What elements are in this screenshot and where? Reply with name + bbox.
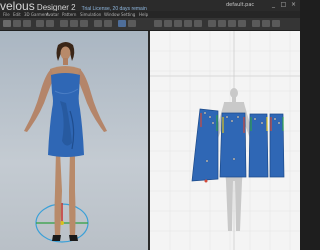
menu-edit[interactable]: Edit: [13, 12, 21, 17]
pattern-canvas: [150, 31, 300, 250]
avatar-view-button[interactable]: [60, 20, 68, 27]
render-button[interactable]: [128, 20, 136, 27]
fold-tool-button[interactable]: [262, 20, 270, 27]
menu-avatar[interactable]: Avatar: [46, 12, 59, 17]
mesh-view-button[interactable]: [80, 20, 88, 27]
avatar-right-arm: [24, 69, 54, 132]
menu-help[interactable]: Help: [139, 12, 148, 17]
avatar-left-shoe: [69, 235, 78, 241]
menu-simulation[interactable]: Simulation: [80, 12, 101, 17]
tack-tool-button[interactable]: [252, 20, 260, 27]
camera-button[interactable]: [118, 20, 126, 27]
avatar-left-leg: [69, 151, 76, 237]
strain-map-button[interactable]: [94, 20, 102, 27]
free-sewing-button[interactable]: [238, 20, 246, 27]
menu-3d-garment[interactable]: 3D Garment: [24, 12, 48, 17]
pattern-piece-front-left: [191, 108, 219, 182]
segment-sewing-button[interactable]: [228, 20, 236, 27]
menu-bar: File Edit 3D Garment Avatar Pattern Simu…: [0, 11, 300, 18]
edit-pattern-button[interactable]: [154, 20, 162, 27]
avatar-scene: [24, 42, 107, 243]
pattern-piece-back-right: [248, 113, 269, 178]
menu-pattern[interactable]: Pattern: [62, 12, 76, 17]
circle-tool-button[interactable]: [194, 20, 202, 27]
minimize-button[interactable]: _: [270, 1, 277, 8]
avatar-right-shoe: [52, 235, 61, 241]
texture-view-button[interactable]: [70, 20, 78, 27]
avatar-head: [60, 46, 71, 60]
title-bar: velous Designer 2 Trial License, 20 days …: [0, 0, 300, 13]
pin-tool-button[interactable]: [23, 20, 31, 27]
maximize-button[interactable]: □: [280, 1, 287, 8]
menu-window[interactable]: Window: [104, 12, 120, 17]
simulate-button[interactable]: [36, 20, 44, 27]
menu-file[interactable]: File: [3, 12, 10, 17]
viewport-2d[interactable]: [150, 31, 300, 250]
document-filename: default.pac: [226, 2, 255, 8]
close-button[interactable]: ×: [290, 1, 297, 8]
edit-point-button[interactable]: [164, 20, 172, 27]
toolbar: [0, 18, 300, 31]
pattern-piece-front-center: [219, 112, 247, 178]
dart-tool-button[interactable]: [218, 20, 226, 27]
avatar-neck: [63, 58, 68, 65]
move-tool-button[interactable]: [13, 20, 21, 27]
internal-line-button[interactable]: [208, 20, 216, 27]
viewport-3d[interactable]: [0, 31, 148, 250]
menu-setting[interactable]: Setting: [121, 12, 135, 17]
pattern-point-marker: [204, 179, 208, 183]
stress-map-button[interactable]: [104, 20, 112, 27]
symmetry-button[interactable]: [272, 20, 280, 27]
select-tool-button[interactable]: [3, 20, 11, 27]
pattern-piece-back-left: [269, 113, 285, 178]
polygon-tool-button[interactable]: [174, 20, 182, 27]
fit-button[interactable]: [46, 20, 54, 27]
rectangle-tool-button[interactable]: [184, 20, 192, 27]
